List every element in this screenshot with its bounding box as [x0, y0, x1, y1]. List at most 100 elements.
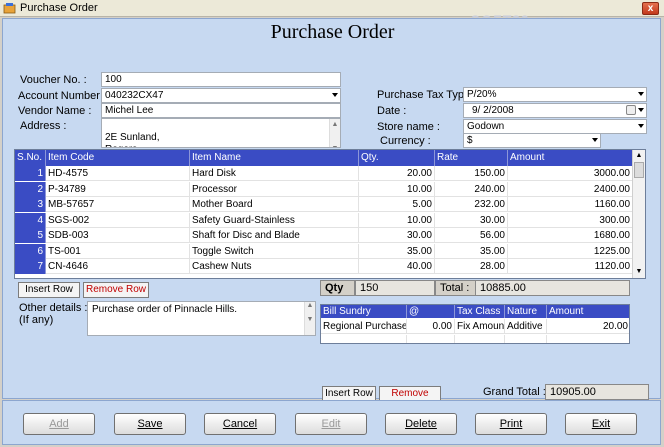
table-row[interactable]: 3 MB-57657 Mother Board 5.00 232.00 1160.00	[15, 197, 633, 212]
item-code-cell[interactable]: P-34789	[46, 181, 190, 197]
other-details-field[interactable]: Purchase order of Pinnacle Hills. ▲ ▼	[87, 301, 316, 336]
item-code-cell[interactable]: MB-57657	[46, 197, 190, 212]
bill-sundry-table: Bill Sundry @ Tax Class Nature Amount Re…	[320, 304, 630, 344]
amount-cell[interactable]: 1120.00	[508, 259, 633, 274]
item-name-cell[interactable]: Toggle Switch	[190, 243, 359, 259]
empty-cell[interactable]	[505, 335, 547, 343]
item-code-cell[interactable]: CN-4646	[46, 259, 190, 274]
sundry-at-cell[interactable]: 0.00	[407, 319, 455, 334]
close-button[interactable]: x	[642, 2, 659, 15]
scroll-thumb[interactable]	[634, 162, 644, 178]
empty-cell[interactable]	[547, 335, 629, 343]
qty-cell[interactable]: 40.00	[359, 259, 435, 274]
rate-cell[interactable]: 30.00	[435, 212, 508, 228]
scroll-up-icon[interactable]: ▲	[634, 151, 644, 161]
column-header-tax-class[interactable]: Tax Class	[455, 305, 505, 318]
amount-cell[interactable]: 300.00	[508, 212, 633, 228]
qty-cell[interactable]: 10.00	[359, 212, 435, 228]
row-number-cell[interactable]: 2	[15, 181, 46, 197]
table-row[interactable]: 2 P-34789 Processor 10.00 240.00 2400.00	[15, 181, 633, 197]
row-number-cell[interactable]: 4	[15, 212, 46, 228]
address-scrollbar[interactable]: ▲▼	[329, 119, 340, 147]
qty-cell[interactable]: 20.00	[359, 166, 435, 181]
row-number-cell[interactable]: 3	[15, 197, 46, 212]
calendar-icon[interactable]	[626, 105, 636, 115]
row-number-cell[interactable]: 7	[15, 259, 46, 274]
amount-cell[interactable]: 1160.00	[508, 197, 633, 212]
column-header-rate[interactable]: Rate	[435, 150, 508, 166]
qty-cell[interactable]: 10.00	[359, 181, 435, 197]
item-code-cell[interactable]: TS-001	[46, 243, 190, 259]
item-name-cell[interactable]: Shaft for Disc and Blade	[190, 228, 359, 243]
table-row[interactable]: 7 CN-4646 Cashew Nuts 40.00 28.00 1120.00	[15, 259, 633, 274]
items-scrollbar[interactable]: ▲ ▼	[632, 150, 645, 278]
column-header-bill-sundry[interactable]: Bill Sundry	[321, 305, 407, 318]
sundry-nature-cell[interactable]: Additive	[505, 319, 547, 334]
other-details-scrollbar[interactable]: ▲ ▼	[304, 302, 315, 335]
qty-cell[interactable]: 30.00	[359, 228, 435, 243]
rate-cell[interactable]: 35.00	[435, 243, 508, 259]
save-button[interactable]: Save	[114, 413, 186, 435]
rate-cell[interactable]: 28.00	[435, 259, 508, 274]
delete-button[interactable]: Delete	[385, 413, 457, 435]
row-number-cell[interactable]: 6	[15, 243, 46, 259]
tax-type-select[interactable]: P/20%	[463, 87, 647, 102]
column-header-sno[interactable]: S.No.	[15, 150, 46, 166]
empty-cell[interactable]	[455, 335, 505, 343]
column-header-amount[interactable]: Amount	[508, 150, 633, 166]
rate-cell[interactable]: 56.00	[435, 228, 508, 243]
rate-cell[interactable]: 232.00	[435, 197, 508, 212]
qty-cell[interactable]: 5.00	[359, 197, 435, 212]
cancel-button[interactable]: Cancel	[204, 413, 276, 435]
column-header-nature[interactable]: Nature	[505, 305, 547, 318]
column-header-at[interactable]: @	[407, 305, 455, 318]
item-code-cell[interactable]: HD-4575	[46, 166, 190, 181]
currency-value: $	[467, 135, 473, 146]
amount-cell[interactable]: 1680.00	[508, 228, 633, 243]
table-row[interactable]: 5 SDB-003 Shaft for Disc and Blade 30.00 56.…	[15, 228, 633, 243]
address-value: 2E Sunland, Rogers	[105, 132, 160, 147]
sundry-tax-class-cell[interactable]: Fix Amount	[455, 319, 505, 334]
currency-select[interactable]: $	[463, 133, 601, 148]
empty-cell[interactable]	[321, 335, 407, 343]
date-picker[interactable]: 9/ 2/2008	[463, 103, 647, 118]
store-select[interactable]: Godown	[463, 119, 647, 134]
add-button[interactable]: Add	[23, 413, 95, 435]
row-number-cell[interactable]: 5	[15, 228, 46, 243]
qty-cell[interactable]: 35.00	[359, 243, 435, 259]
remove-row-button[interactable]: Remove Row	[83, 282, 149, 298]
table-row[interactable]: 4 SGS-002 Safety Guard-Stainless 10.00 30.00…	[15, 212, 633, 228]
insert-row-button[interactable]: Insert Row	[18, 282, 80, 298]
print-button[interactable]: Print	[475, 413, 547, 435]
edit-button[interactable]: Edit	[295, 413, 367, 435]
item-code-cell[interactable]: SGS-002	[46, 212, 190, 228]
voucher-field[interactable]: 100	[101, 72, 341, 87]
currency-label: Currency :	[380, 135, 431, 147]
amount-cell[interactable]: 3000.00	[508, 166, 633, 181]
item-name-cell[interactable]: Safety Guard-Stainless	[190, 212, 359, 228]
sundry-name-cell[interactable]: Regional Purchase	[321, 319, 407, 334]
table-row[interactable]: 1 HD-4575 Hard Disk 20.00 150.00 3000.00	[15, 166, 633, 181]
column-header-sundry-amount[interactable]: Amount	[547, 305, 629, 318]
scroll-down-icon[interactable]: ▼	[634, 267, 644, 277]
rate-cell[interactable]: 150.00	[435, 166, 508, 181]
item-name-cell[interactable]: Hard Disk	[190, 166, 359, 181]
row-number-cell[interactable]: 1	[15, 166, 46, 181]
item-name-cell[interactable]: Mother Board	[190, 197, 359, 212]
account-select[interactable]: 040232CX47	[101, 88, 341, 103]
item-name-cell[interactable]: Processor	[190, 181, 359, 197]
exit-button[interactable]: Exit	[565, 413, 637, 435]
vendor-field[interactable]: Michel Lee	[101, 103, 341, 118]
amount-cell[interactable]: 2400.00	[508, 181, 633, 197]
sundry-amount-cell[interactable]: 20.00	[547, 319, 629, 334]
amount-cell[interactable]: 1225.00	[508, 243, 633, 259]
column-header-qty[interactable]: Qty.	[359, 150, 435, 166]
item-name-cell[interactable]: Cashew Nuts	[190, 259, 359, 274]
address-field[interactable]: 2E Sunland, Rogers ▲▼	[101, 118, 341, 148]
rate-cell[interactable]: 240.00	[435, 181, 508, 197]
empty-cell[interactable]	[407, 335, 455, 343]
column-header-item-code[interactable]: Item Code	[46, 150, 190, 166]
table-row[interactable]: 6 TS-001 Toggle Switch 35.00 35.00 1225.00	[15, 243, 633, 259]
item-code-cell[interactable]: SDB-003	[46, 228, 190, 243]
column-header-item-name[interactable]: Item Name	[190, 150, 359, 166]
